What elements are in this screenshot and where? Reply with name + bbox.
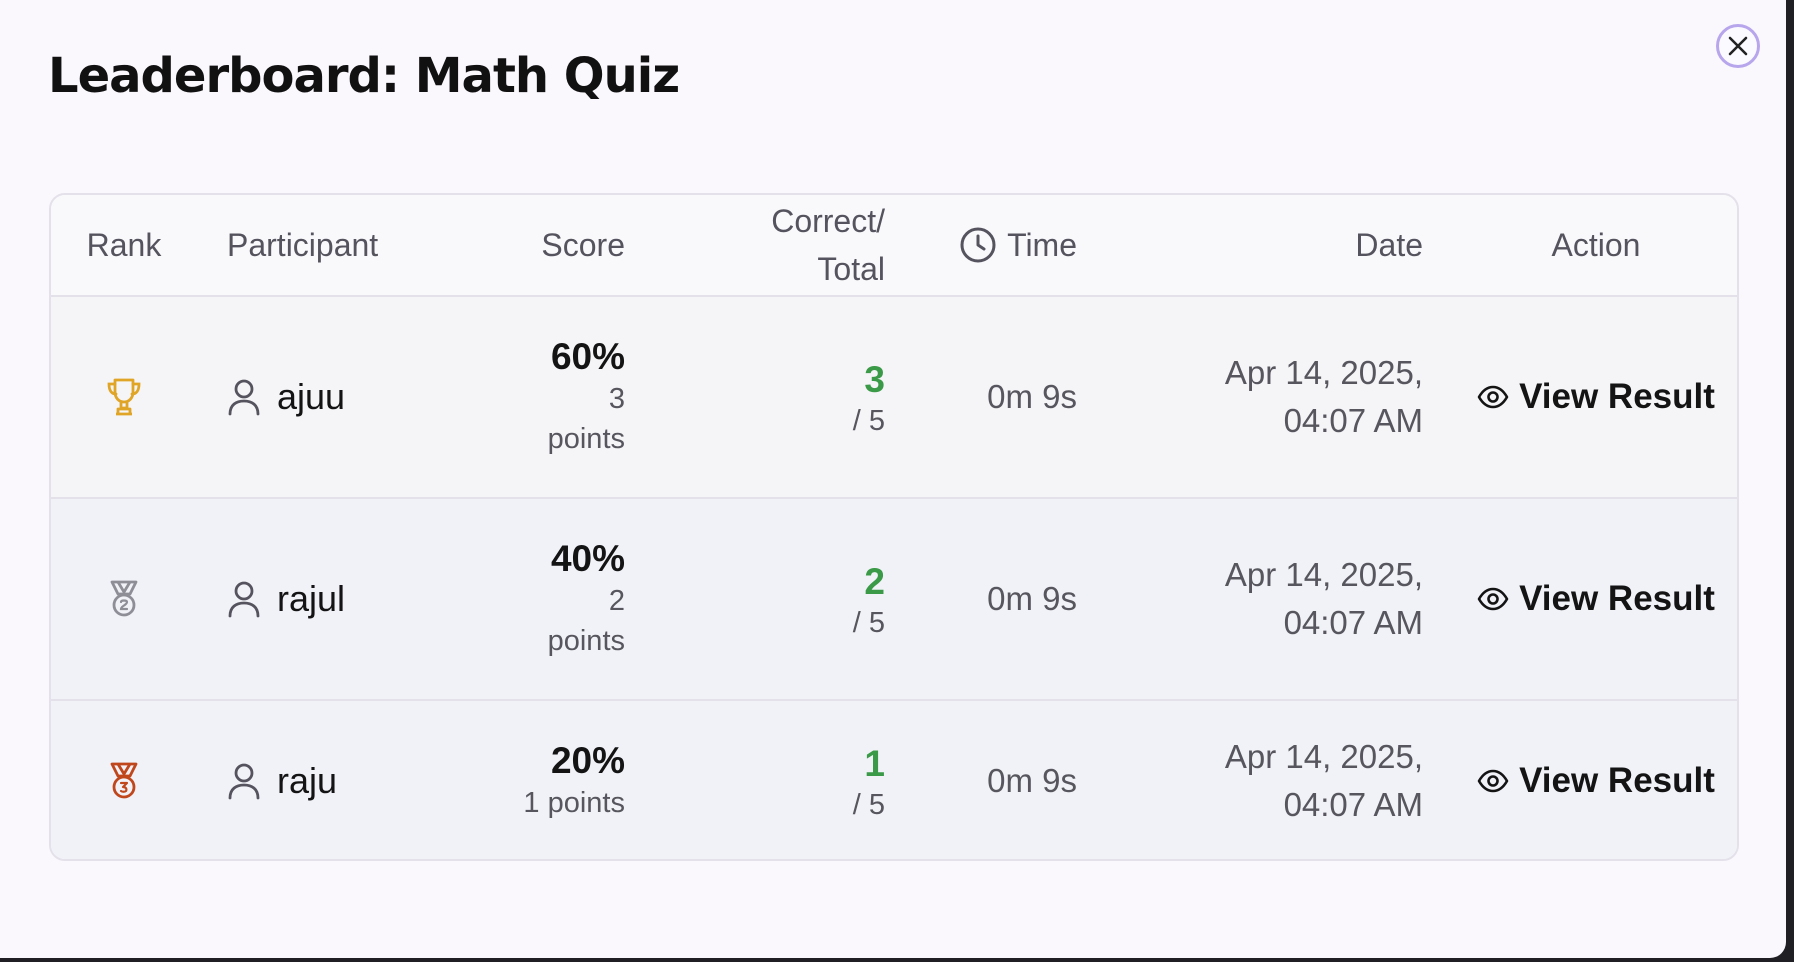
silver-medal-icon — [104, 578, 144, 620]
header-correct-total: Correct/ Total — [671, 195, 885, 295]
eye-icon — [1477, 385, 1509, 409]
time-of-day: 04:07 AM — [1283, 786, 1423, 823]
score-points-unit: points — [547, 625, 625, 657]
table-row: raju 20% 1 points 1 / 5 0m 9s Apr 14, 20… — [51, 701, 1737, 859]
correct-cell: 1 / 5 — [671, 701, 885, 859]
clock-icon — [959, 226, 997, 264]
table-header: Rank Participant Score Correct/ Total Ti… — [51, 195, 1737, 297]
leaderboard-table: Rank Participant Score Correct/ Total Ti… — [49, 193, 1739, 861]
time-of-day: 04:07 AM — [1283, 604, 1423, 641]
participant-name: rajul — [277, 578, 346, 619]
eye-icon — [1477, 769, 1509, 793]
total-count: / 5 — [852, 607, 885, 639]
header-participant: Participant — [227, 226, 379, 263]
correct-count: 2 — [864, 561, 885, 602]
close-button[interactable] — [1716, 24, 1760, 68]
time-of-day: 04:07 AM — [1283, 402, 1423, 439]
header-time-label: Time — [1007, 226, 1077, 263]
participant-cell: raju — [227, 701, 487, 859]
date-value: Apr 14, 2025, — [1224, 354, 1423, 391]
user-icon — [227, 377, 261, 417]
score-points: 1 points — [523, 787, 625, 819]
time-cell: 0m 9s — [897, 701, 1077, 859]
eye-icon — [1477, 587, 1509, 611]
date-value: Apr 14, 2025, — [1224, 738, 1423, 775]
score-points: 3 — [608, 383, 625, 415]
participant-cell: ajuu — [227, 297, 487, 497]
score-points: 2 — [608, 585, 625, 617]
header-score: Score — [541, 226, 625, 263]
date-cell: Apr 14, 2025, 04:07 AM — [1151, 297, 1423, 497]
view-result-label: View Result — [1519, 579, 1715, 618]
score-percent: 20% — [550, 740, 625, 781]
view-result-label: View Result — [1519, 761, 1715, 800]
participant-name: ajuu — [277, 376, 346, 417]
time-value: 0m 9s — [987, 762, 1077, 799]
total-count: / 5 — [852, 789, 885, 821]
action-cell: View Result — [1451, 499, 1737, 699]
trophy-icon — [104, 376, 144, 418]
view-result-button[interactable]: View Result — [1477, 377, 1715, 417]
time-value: 0m 9s — [987, 580, 1077, 617]
bronze-medal-icon — [104, 760, 144, 802]
time-cell: 0m 9s — [897, 499, 1077, 699]
user-icon — [227, 761, 261, 801]
header-total-label: Total — [817, 251, 885, 287]
user-icon — [227, 579, 261, 619]
view-result-button[interactable]: View Result — [1477, 761, 1715, 801]
correct-count: 1 — [864, 743, 885, 784]
view-result-button[interactable]: View Result — [1477, 579, 1715, 619]
participant-name: raju — [277, 760, 338, 801]
header-time: Time — [897, 195, 1077, 295]
header-date: Date — [1355, 226, 1423, 263]
table-row: rajul 40% 2 points 2 / 5 0m 9s Apr 14, 2… — [51, 499, 1737, 701]
header-rank: Rank — [86, 226, 162, 263]
score-percent: 60% — [550, 336, 625, 377]
score-cell: 20% 1 points — [481, 701, 625, 859]
score-percent: 40% — [550, 538, 625, 579]
header-correct-label: Correct/ — [771, 203, 885, 239]
rank-cell — [51, 701, 197, 859]
date-cell: Apr 14, 2025, 04:07 AM — [1151, 701, 1423, 859]
rank-cell — [51, 499, 197, 699]
leaderboard-modal: Leaderboard: Math Quiz Rank Participant … — [0, 0, 1786, 958]
score-cell: 60% 3 points — [481, 297, 625, 497]
time-cell: 0m 9s — [897, 297, 1077, 497]
table-row: ajuu 60% 3 points 3 / 5 0m 9s Apr 14, 20… — [51, 297, 1737, 499]
score-cell: 40% 2 points — [481, 499, 625, 699]
action-cell: View Result — [1451, 297, 1737, 497]
correct-cell: 3 / 5 — [671, 297, 885, 497]
date-cell: Apr 14, 2025, 04:07 AM — [1151, 499, 1423, 699]
total-count: / 5 — [852, 405, 885, 437]
action-cell: View Result — [1451, 701, 1737, 859]
close-icon — [1727, 35, 1749, 57]
date-value: Apr 14, 2025, — [1224, 556, 1423, 593]
score-points-unit: points — [547, 423, 625, 455]
page-title: Leaderboard: Math Quiz — [48, 48, 680, 104]
header-action: Action — [1551, 226, 1641, 263]
correct-cell: 2 / 5 — [671, 499, 885, 699]
view-result-label: View Result — [1519, 377, 1715, 416]
participant-cell: rajul — [227, 499, 487, 699]
rank-cell — [51, 297, 197, 497]
correct-count: 3 — [864, 359, 885, 400]
time-value: 0m 9s — [987, 378, 1077, 415]
